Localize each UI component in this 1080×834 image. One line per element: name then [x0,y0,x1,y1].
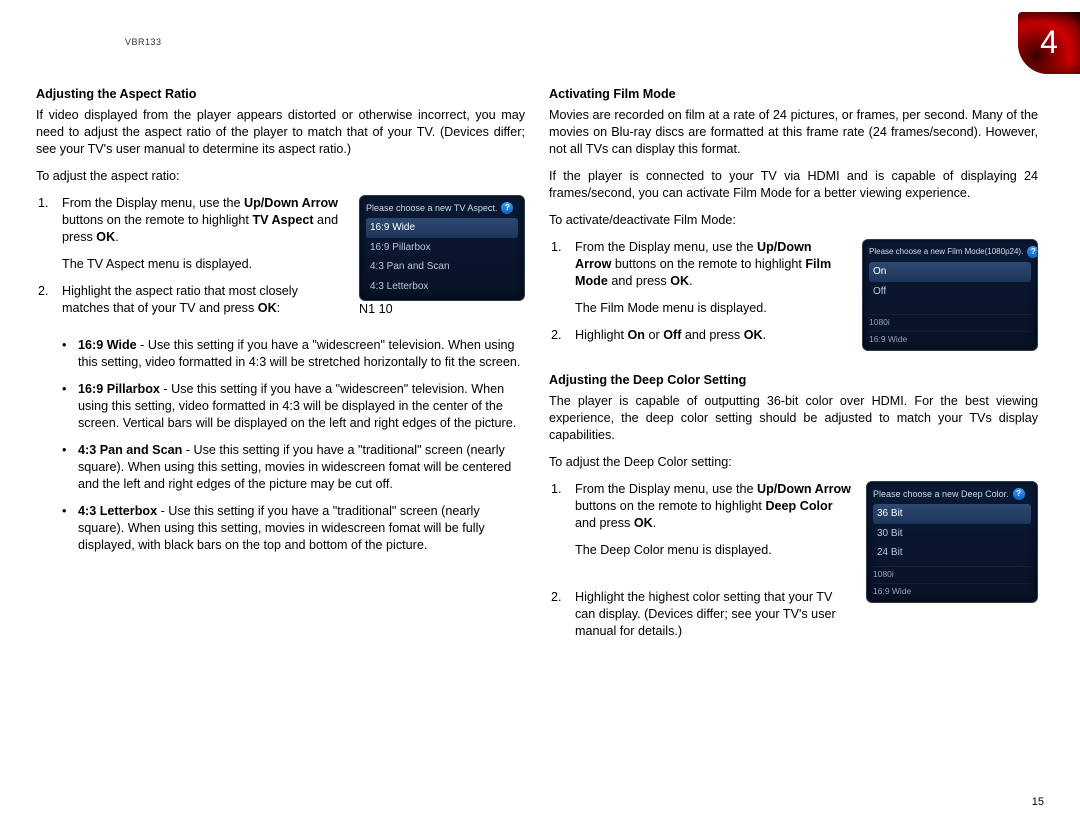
deepcolor-screenshot: Please choose a new Deep Color.? 36 Bit … [866,481,1038,603]
chapter-tab: 4 [1018,12,1080,74]
help-icon: ? [501,202,513,214]
aspect-step1-text: 1. From the Display menu, use the Up/Dow… [36,195,347,327]
aspect-intro: If video displayed from the player appea… [36,107,525,158]
heading-deepcolor: Adjusting the Deep Color Setting [549,372,1038,389]
deepcolor-steps-row: 1. From the Display menu, use the Up/Dow… [549,481,1038,650]
aspect-step1: 1. From the Display menu, use the Up/Dow… [36,195,347,273]
chapter-number: 4 [1040,21,1058,64]
filmmode-intro: Movies are recorded on film at a rate of… [549,107,1038,158]
heading-filmmode: Activating Film Mode [549,86,1038,103]
filmmode-steps-row: 1. From the Display menu, use the Up/Dow… [549,239,1038,354]
filmmode-step1: 1. From the Display menu, use the Up/Dow… [549,239,850,317]
deepcolor-intro: The player is capable of outputting 36-b… [549,393,1038,444]
opt-16-9-wide: 16:9 Wide - Use this setting if you have… [36,337,525,371]
content-columns: Adjusting the Aspect Ratio If video disp… [36,86,1038,660]
left-column: Adjusting the Aspect Ratio If video disp… [36,86,525,660]
filmmode-screenshot: Please choose a new Film Mode(1080p24).?… [862,239,1038,351]
model-label: VBR133 [125,36,162,48]
aspect-lead: To adjust the aspect ratio: [36,168,525,185]
help-icon: ? [1027,246,1038,258]
opt-4-3-pan-scan: 4:3 Pan and Scan - Use this setting if y… [36,442,525,493]
filmmode-lead: To activate/deactivate Film Mode: [549,212,1038,229]
aspect-step1-row: 1. From the Display menu, use the Up/Dow… [36,195,525,327]
aspect-options: 16:9 Wide - Use this setting if you have… [36,337,525,554]
opt-16-9-pillarbox: 16:9 Pillarbox - Use this setting if you… [36,381,525,432]
heading-aspect: Adjusting the Aspect Ratio [36,86,525,103]
opt-4-3-letterbox: 4:3 Letterbox - Use this setting if you … [36,503,525,554]
deepcolor-step2: 2. Highlight the highest color setting t… [549,589,854,640]
aspect-step2: 2. Highlight the aspect ratio that most … [36,283,347,317]
filmmode-step2: 2. Highlight On or Off and press OK. [549,327,850,344]
deepcolor-step1: 1. From the Display menu, use the Up/Dow… [549,481,854,559]
help-icon: ? [1013,488,1025,500]
filmmode-intro2: If the player is connected to your TV vi… [549,168,1038,202]
right-column: Activating Film Mode Movies are recorded… [549,86,1038,660]
aspect-screenshot: Please choose a new TV Aspect.? 16:9 Wid… [359,195,525,318]
page-number: 15 [1032,795,1044,810]
deepcolor-lead: To adjust the Deep Color setting: [549,454,1038,471]
